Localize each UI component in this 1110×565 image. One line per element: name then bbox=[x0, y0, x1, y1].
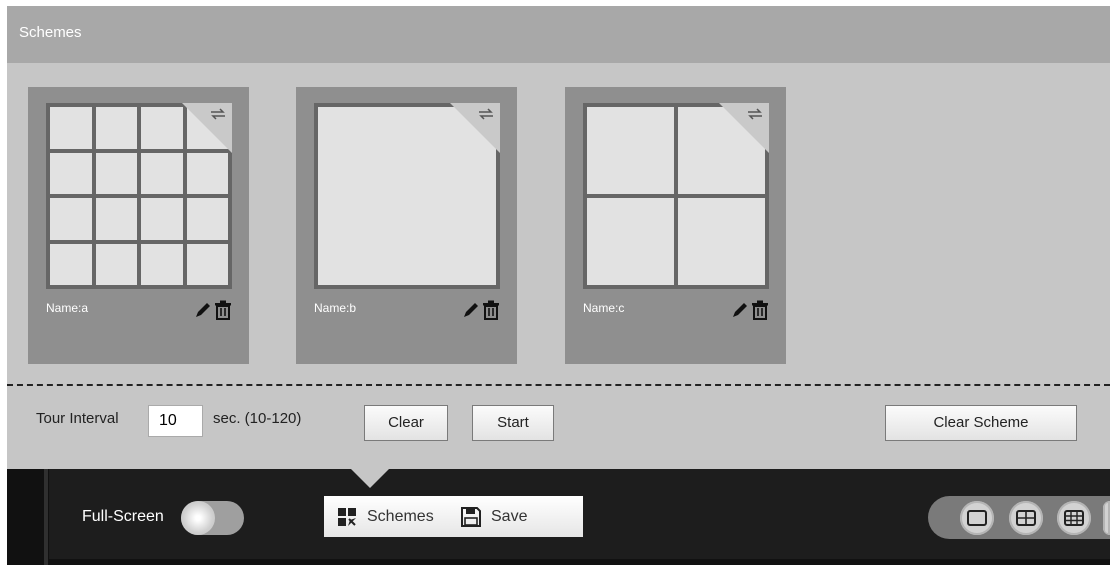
start-button[interactable]: Start bbox=[472, 405, 554, 441]
bar-left-edge bbox=[44, 469, 48, 565]
quad-view-button[interactable] bbox=[1009, 501, 1043, 535]
swap-icon[interactable] bbox=[747, 107, 763, 121]
panel-title: Schemes bbox=[19, 24, 82, 41]
clear-scheme-button[interactable]: Clear Scheme bbox=[885, 405, 1077, 441]
scheme-card-c[interactable]: Name:c bbox=[565, 87, 786, 364]
edit-icon[interactable] bbox=[194, 301, 212, 319]
nine-view-icon bbox=[1064, 510, 1084, 526]
tour-interval-label: Tour Interval bbox=[36, 410, 119, 427]
popup-pointer bbox=[351, 469, 389, 488]
scheme-thumbnail[interactable] bbox=[46, 103, 232, 289]
edit-icon[interactable] bbox=[462, 301, 480, 319]
panel-header: Schemes bbox=[7, 6, 1110, 63]
swap-icon[interactable] bbox=[478, 107, 494, 121]
scheme-card-b[interactable]: Name:b bbox=[296, 87, 517, 364]
quad-view-icon bbox=[1016, 510, 1036, 526]
scheme-name: Name:c bbox=[583, 301, 625, 315]
swap-icon[interactable] bbox=[210, 107, 226, 121]
scheme-card-a[interactable]: Name:a bbox=[28, 87, 249, 364]
delete-icon[interactable] bbox=[482, 300, 500, 320]
scheme-thumbnail[interactable] bbox=[583, 103, 769, 289]
save-icon bbox=[461, 507, 481, 527]
delete-icon[interactable] bbox=[751, 300, 769, 320]
single-view-icon bbox=[967, 510, 987, 526]
tour-interval-input[interactable] bbox=[148, 405, 203, 437]
dashed-divider bbox=[7, 384, 1110, 386]
toggle-knob bbox=[181, 501, 215, 535]
schemes-icon bbox=[338, 508, 356, 526]
scheme-thumbnail[interactable] bbox=[314, 103, 500, 289]
save-button[interactable]: Save bbox=[491, 496, 527, 537]
fullscreen-toggle[interactable] bbox=[181, 501, 244, 535]
clear-button[interactable]: Clear bbox=[364, 405, 448, 441]
scheme-toolbar: Schemes Save bbox=[324, 496, 583, 537]
fullscreen-label: Full-Screen bbox=[82, 508, 164, 525]
nine-view-button[interactable] bbox=[1057, 501, 1091, 535]
schemes-panel: Schemes Name:a Name:b Name:c bbox=[7, 6, 1110, 469]
edit-icon[interactable] bbox=[731, 301, 749, 319]
more-view-button[interactable] bbox=[1103, 501, 1110, 535]
schemes-button[interactable]: Schemes bbox=[367, 496, 434, 537]
delete-icon[interactable] bbox=[214, 300, 232, 320]
single-view-button[interactable] bbox=[960, 501, 994, 535]
scheme-name: Name:b bbox=[314, 301, 357, 315]
tour-interval-hint: sec. (10-120) bbox=[213, 410, 302, 427]
scheme-name: Name:a bbox=[46, 301, 89, 315]
